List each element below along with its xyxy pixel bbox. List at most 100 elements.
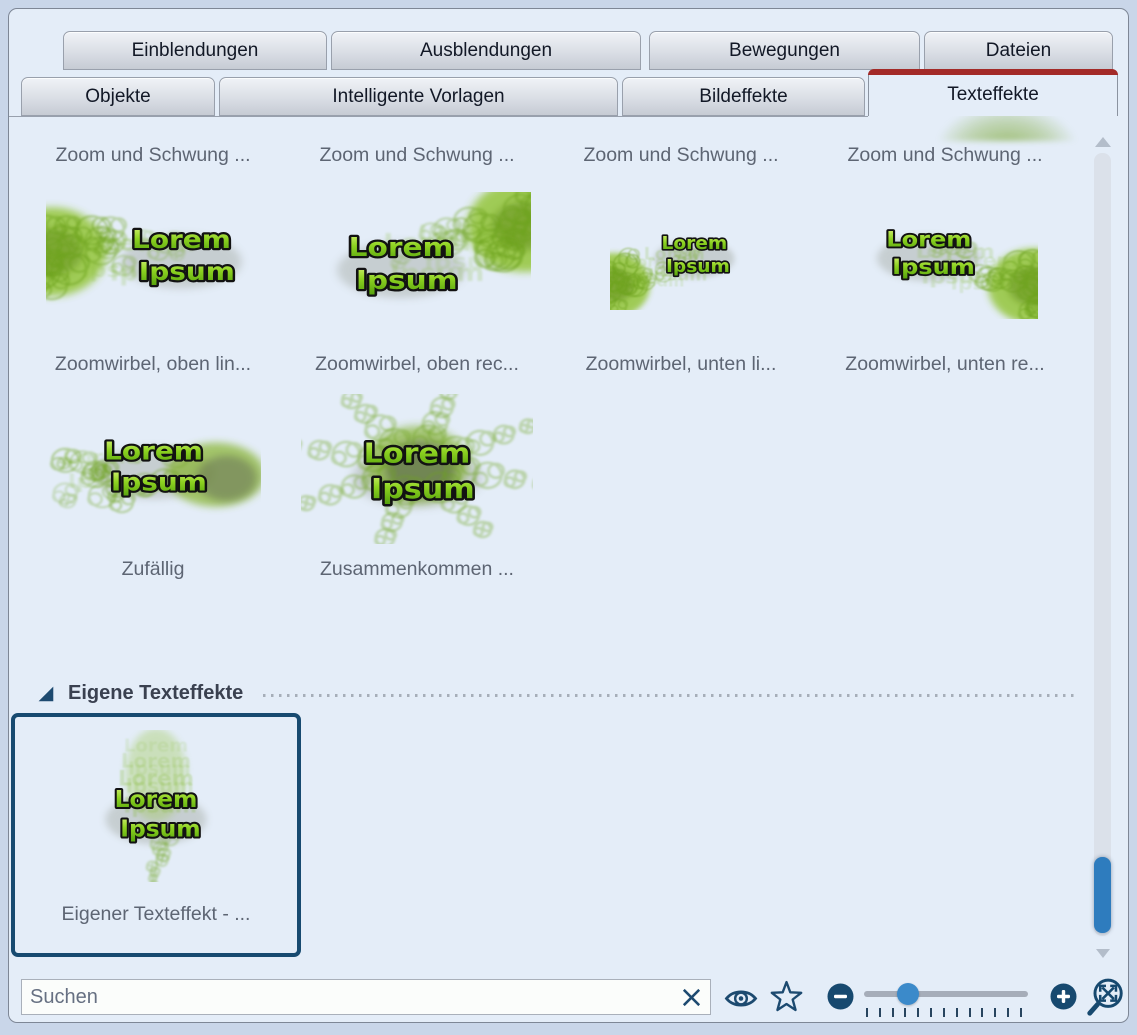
slider-tick	[1007, 1008, 1009, 1017]
effect-item-label: Zoomwirbel, oben rec...	[285, 349, 549, 379]
tab-content-divider	[9, 116, 868, 117]
preview-toggle-button[interactable]	[723, 986, 759, 1011]
partial-item-label[interactable]: Zoom und Schwung ...	[813, 141, 1077, 169]
slider-tick	[981, 1008, 983, 1017]
slider-tick	[994, 1008, 996, 1017]
effect-item-label: Zusammenkommen ...	[285, 554, 549, 584]
effect-item-swirl-top-right[interactable]: LoremIpsumLoremIpsumLoremIpsum Zoomwirbel…	[285, 174, 549, 379]
star-icon	[769, 979, 804, 1013]
slider-tick	[956, 1008, 958, 1017]
partial-item-label[interactable]: Zoom und Schwung ...	[285, 141, 549, 169]
slider-tick	[917, 1008, 919, 1017]
effect-thumbnail: LoremIpsumLoremIpsumLoremIpsum	[46, 194, 261, 329]
search-box[interactable]	[21, 979, 711, 1015]
zoom-in-button[interactable]	[1050, 983, 1077, 1010]
tab-texteffekte[interactable]: Texteffekte	[868, 69, 1118, 116]
effect-item-label: Zoomwirbel, unten li...	[549, 349, 813, 379]
tab-label: Objekte	[85, 86, 150, 108]
svg-text:Lorem: Lorem	[132, 225, 231, 254]
effect-item-swirl-bottom-left[interactable]: LoremIpsumLoremIpsumLoremIpsum Zoomwirbel…	[549, 174, 813, 379]
svg-text:Ipsum: Ipsum	[356, 264, 458, 295]
effect-item-converge[interactable]: LoremIpsum Zusammenkommen ...	[285, 384, 549, 584]
tab-bewegungen[interactable]: Bewegungen	[649, 31, 920, 70]
effect-thumbnail: LoremIpsumLoremIpsumLoremIpsum	[853, 204, 1038, 319]
scrollbar-up-button[interactable]	[1095, 137, 1111, 147]
zoom-slider[interactable]	[864, 983, 1028, 1017]
svg-text:Ipsum: Ipsum	[120, 815, 200, 842]
svg-text:Ipsum: Ipsum	[110, 469, 206, 497]
scrollbar-thumb[interactable]	[1094, 857, 1111, 933]
eye-icon	[723, 986, 759, 1011]
effect-thumbnail-wrap: LoremIpsumLoremIpsumLoremIpsum	[549, 174, 813, 349]
zoom-slider-thumb[interactable]	[897, 983, 919, 1005]
tab-bildeffekte[interactable]: Bildeffekte	[622, 77, 865, 116]
effect-item-swirl-top-left[interactable]: LoremIpsumLoremIpsumLoremIpsumZoomwirbel…	[21, 174, 285, 379]
slider-tick	[969, 1008, 971, 1017]
minus-icon	[827, 983, 854, 1010]
effect-item-label: Zufällig	[21, 554, 285, 584]
effect-thumbnail: LoremIpsumLoremIpsum	[46, 403, 261, 535]
effect-thumbnail-wrap: LoremIpsumLoremIpsumLoremIpsum	[21, 174, 285, 349]
slider-tick	[904, 1008, 906, 1017]
tab-dateien[interactable]: Dateien	[924, 31, 1113, 70]
tab-label: Dateien	[986, 40, 1052, 62]
clear-search-button[interactable]	[679, 985, 704, 1010]
fit-magnifier-icon	[1085, 977, 1127, 1019]
fit-view-button[interactable]	[1085, 977, 1127, 1019]
scrollbar-track[interactable]	[1094, 153, 1111, 936]
tab-ausblendungen[interactable]: Ausblendungen	[331, 31, 641, 70]
effect-thumbnail-wrap: LoremIpsumLoremIpsumLoremIpsum	[285, 174, 549, 349]
tab-intelligente-vorlagen[interactable]: Intelligente Vorlagen	[219, 77, 618, 116]
effect-thumbnail-wrap: LoremIpsumLoremIpsum	[21, 384, 285, 554]
slider-tick	[879, 1008, 881, 1017]
slider-tick	[943, 1008, 945, 1017]
effect-thumbnail-wrap: LoremIpsumLoremIpsumLoremIpsum	[813, 174, 1077, 349]
svg-text:Ipsum: Ipsum	[666, 256, 730, 277]
tab-label: Texteffekte	[947, 84, 1039, 106]
svg-text:Lorem: Lorem	[364, 437, 471, 470]
tab-label: Bildeffekte	[699, 86, 787, 108]
partial-item-label[interactable]: Zoom und Schwung ...	[21, 141, 285, 169]
effect-thumbnail: LoremIpsumLoremIpsumLoremIpsum	[303, 192, 531, 332]
svg-text:Ipsum: Ipsum	[138, 257, 234, 286]
search-input[interactable]	[22, 986, 679, 1009]
section-collapse-triangle-icon[interactable]	[36, 684, 55, 703]
svg-text:Lorem: Lorem	[349, 231, 454, 262]
custom-texteffect-item-selected[interactable]: LoremIpsumLoremIpsumLoremIpsumLoremIpsum…	[11, 713, 301, 957]
tab-label: Ausblendungen	[420, 40, 552, 62]
scrollbar-down-button[interactable]	[1096, 949, 1110, 958]
x-icon	[679, 985, 704, 1010]
tab-einblendungen[interactable]: Einblendungen	[63, 31, 327, 70]
effect-thumbnail: LoremIpsumLoremIpsumLoremIpsumLoremIpsum	[66, 730, 246, 882]
favorites-button[interactable]	[769, 979, 804, 1013]
svg-text:Lorem: Lorem	[886, 228, 971, 252]
svg-text:Lorem: Lorem	[115, 786, 198, 813]
effect-thumbnail: LoremIpsum	[301, 394, 533, 544]
slider-tick	[1020, 1008, 1022, 1017]
section-title: Eigene Texteffekte	[68, 682, 243, 705]
svg-text:Lorem: Lorem	[104, 438, 203, 466]
effect-thumbnail-wrap: LoremIpsumLoremIpsumLoremIpsumLoremIpsum	[15, 721, 297, 891]
effect-item-label: Zoomwirbel, unten re...	[813, 349, 1077, 379]
effect-item-random[interactable]: LoremIpsumLoremIpsumZufällig	[21, 384, 285, 584]
effect-thumbnail: LoremIpsumLoremIpsumLoremIpsum	[610, 213, 753, 310]
effect-item-swirl-bottom-right[interactable]: LoremIpsumLoremIpsumLoremIpsumZoomwirbel…	[813, 174, 1077, 379]
section-divider-dotted	[263, 694, 1076, 697]
tab-label: Einblendungen	[132, 40, 259, 62]
effects-panel: Einblendungen Ausblendungen Bewegungen Date…	[8, 8, 1129, 1023]
active-tab-red-indicator	[868, 69, 1118, 75]
slider-tick	[892, 1008, 894, 1017]
zoom-slider-ticks	[866, 1008, 1022, 1017]
slider-tick	[930, 1008, 932, 1017]
effect-thumbnail-wrap: LoremIpsum	[285, 384, 549, 554]
custom-section-header[interactable]: Eigene Texteffekte	[36, 680, 1076, 706]
svg-text:Lorem: Lorem	[661, 233, 727, 254]
tab-label: Bewegungen	[729, 40, 840, 62]
zoom-out-button[interactable]	[827, 983, 854, 1010]
plus-icon	[1050, 983, 1077, 1010]
svg-text:Ipsum: Ipsum	[892, 255, 975, 279]
partial-item-label[interactable]: Zoom und Schwung ...	[549, 141, 813, 169]
tab-objekte[interactable]: Objekte	[21, 77, 215, 116]
zoom-slider-track[interactable]	[864, 991, 1028, 997]
svg-text:Ipsum: Ipsum	[371, 472, 475, 505]
